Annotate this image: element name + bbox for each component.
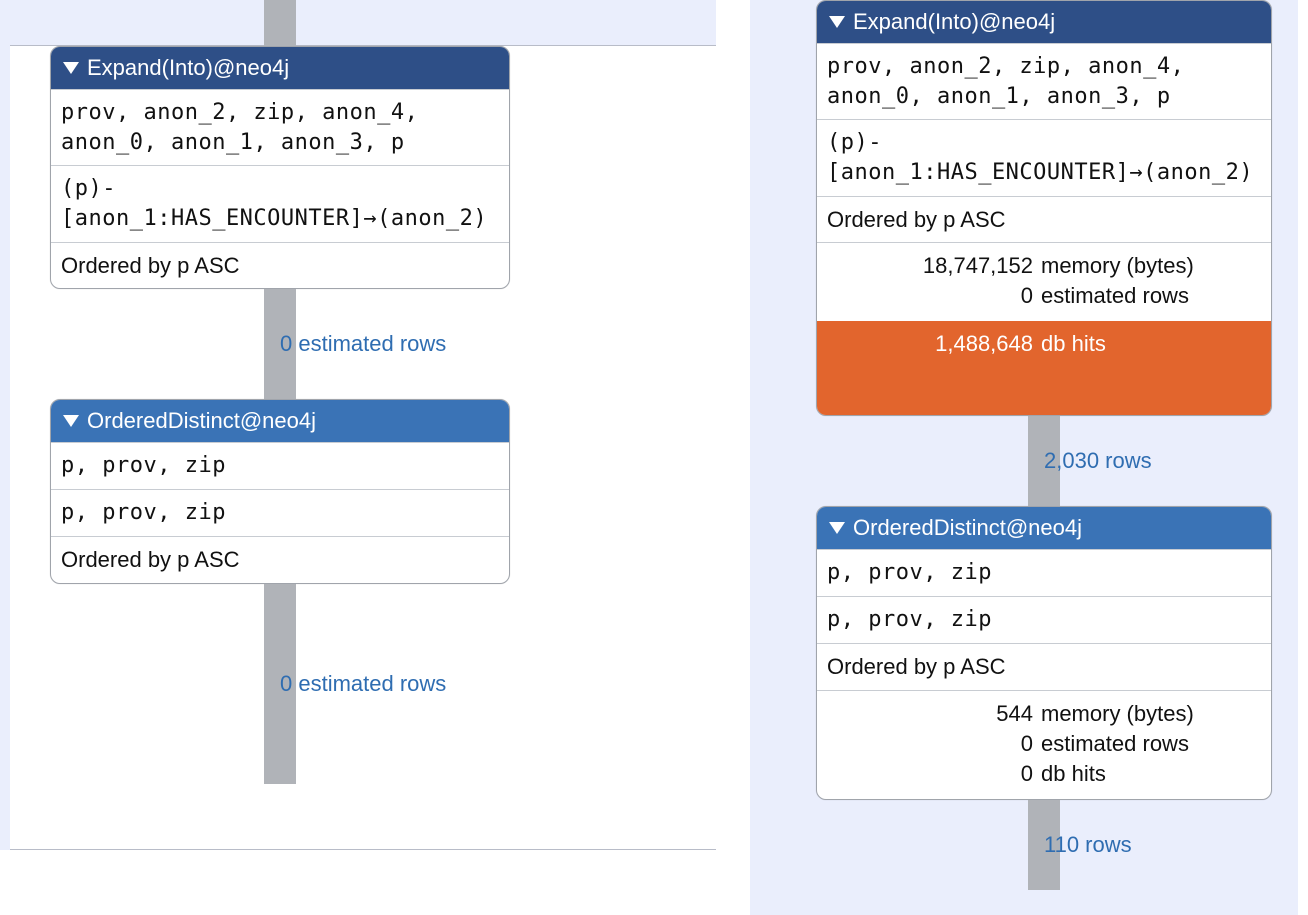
right-plan-stack: Expand(Into)@neo4j prov, anon_2, zip, an… (816, 0, 1272, 890)
plan-node-ordered-distinct: OrderedDistinct@neo4j p, prov, zip p, pr… (816, 506, 1272, 799)
node-header[interactable]: OrderedDistinct@neo4j (817, 507, 1271, 549)
stat-label: memory (bytes) (1041, 253, 1194, 279)
stat-line: 18,747,152 memory (bytes) (833, 251, 1255, 281)
stat-label: estimated rows (1041, 731, 1189, 757)
plan-node-expand-into: Expand(Into)@neo4j prov, anon_2, zip, an… (816, 0, 1272, 416)
connector (264, 0, 296, 46)
left-panel: Expand(Into)@neo4j prov, anon_2, zip, an… (0, 0, 720, 850)
stat-label: estimated rows (1041, 283, 1189, 309)
stat-label: db hits (1041, 331, 1106, 357)
stat-value: 0 (833, 731, 1033, 757)
node-columns: p, prov, zip (817, 549, 1271, 596)
node-pattern: (p)-[anon_1:HAS_ENCOUNTER]→(anon_2) (817, 119, 1271, 195)
node-title: Expand(Into)@neo4j (853, 9, 1055, 35)
stat-value: 0 (833, 761, 1033, 787)
node-order: Ordered by p ASC (51, 536, 509, 583)
db-hits-highlight-fill (817, 367, 1271, 415)
rows-label: 0 estimated rows (280, 331, 446, 357)
connector: 0 estimated rows (264, 584, 296, 784)
connector: 2,030 rows (1028, 416, 1060, 506)
node-order: Ordered by p ASC (817, 196, 1271, 243)
stat-line: 0 estimated rows (833, 281, 1255, 311)
stat-value: 0 (833, 283, 1033, 309)
stat-label: memory (bytes) (1041, 701, 1194, 727)
plan-node-expand-into: Expand(Into)@neo4j prov, anon_2, zip, an… (50, 46, 510, 289)
node-pattern: (p)-[anon_1:HAS_ENCOUNTER]→(anon_2) (51, 165, 509, 241)
node-columns: prov, anon_2, zip, anon_4, anon_0, anon_… (817, 43, 1271, 119)
stat-value: 544 (833, 701, 1033, 727)
stat-line: 0 estimated rows (833, 729, 1255, 759)
rows-label: 110 rows (1044, 832, 1132, 858)
node-columns: prov, anon_2, zip, anon_4, anon_0, anon_… (51, 89, 509, 165)
rows-label: 0 estimated rows (280, 671, 446, 697)
stat-line: 544 memory (bytes) (833, 699, 1255, 729)
node-order: Ordered by p ASC (51, 242, 509, 289)
stat-value: 1,488,648 (833, 331, 1033, 357)
node-stats: 544 memory (bytes) 0 estimated rows 0 db… (817, 690, 1271, 799)
node-columns: p, prov, zip (51, 442, 509, 489)
node-stats: 18,747,152 memory (bytes) 0 estimated ro… (817, 242, 1271, 321)
left-panel-canvas: Expand(Into)@neo4j prov, anon_2, zip, an… (10, 45, 716, 850)
node-columns: p, prov, zip (51, 489, 509, 536)
stat-line: 0 db hits (833, 759, 1255, 789)
plan-node-ordered-distinct: OrderedDistinct@neo4j p, prov, zip p, pr… (50, 399, 510, 583)
node-header[interactable]: Expand(Into)@neo4j (51, 47, 509, 89)
collapse-icon (829, 16, 845, 28)
node-header[interactable]: Expand(Into)@neo4j (817, 1, 1271, 43)
connector: 110 rows (1028, 800, 1060, 890)
stat-label: db hits (1041, 761, 1106, 787)
stat-value: 18,747,152 (833, 253, 1033, 279)
left-plan-stack: Expand(Into)@neo4j prov, anon_2, zip, an… (50, 0, 510, 784)
node-title: OrderedDistinct@neo4j (853, 515, 1082, 541)
node-title: OrderedDistinct@neo4j (87, 408, 316, 434)
node-header[interactable]: OrderedDistinct@neo4j (51, 400, 509, 442)
db-hits-highlight: 1,488,648 db hits (817, 321, 1271, 367)
collapse-icon (63, 415, 79, 427)
right-panel: Expand(Into)@neo4j prov, anon_2, zip, an… (750, 0, 1298, 915)
node-columns: p, prov, zip (817, 596, 1271, 643)
rows-label: 2,030 rows (1044, 448, 1152, 474)
collapse-icon (829, 522, 845, 534)
node-title: Expand(Into)@neo4j (87, 55, 289, 81)
node-order: Ordered by p ASC (817, 643, 1271, 690)
collapse-icon (63, 62, 79, 74)
connector: 0 estimated rows (264, 289, 296, 399)
